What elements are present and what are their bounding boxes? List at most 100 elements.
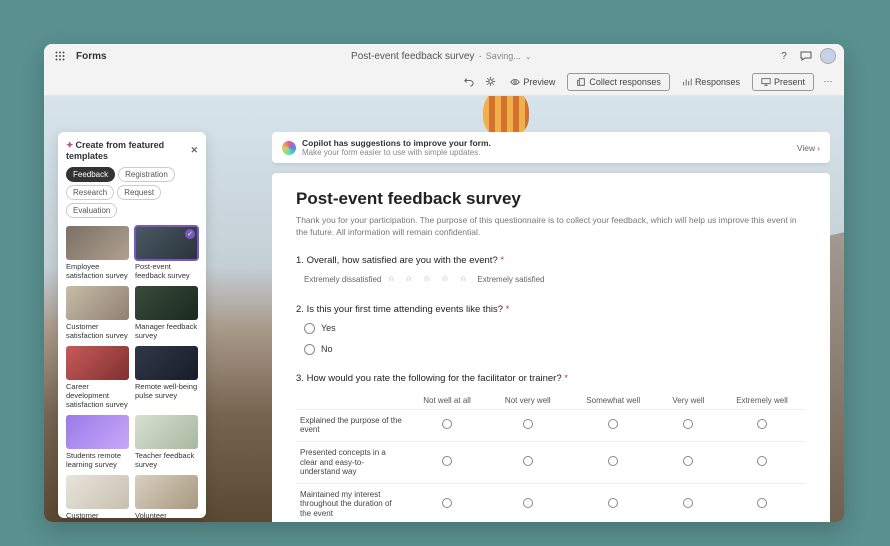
present-button[interactable]: Present (752, 73, 814, 91)
likert-radio[interactable] (523, 456, 533, 466)
save-status: Saving... (486, 51, 521, 61)
template-item[interactable]: Customer feedback survey (66, 475, 129, 518)
avatar[interactable] (820, 48, 836, 64)
template-thumbnail (66, 346, 129, 380)
star-1[interactable]: ☆ (387, 274, 399, 286)
likert-column-header: Extremely well (718, 392, 806, 410)
template-label: Teacher feedback survey (135, 451, 198, 469)
template-label: Customer feedback survey (66, 511, 129, 518)
collect-responses-button[interactable]: Collect responses (567, 73, 670, 91)
panel-title: Create from featured templates (66, 140, 164, 161)
likert-column-header: Not well at all (406, 392, 488, 410)
likert-radio[interactable] (608, 419, 618, 429)
star-3[interactable]: ☆ (423, 274, 435, 286)
radio-option[interactable]: No (304, 344, 806, 355)
preview-label: Preview (523, 77, 555, 87)
template-item[interactable]: Customer satisfaction survey (66, 286, 129, 340)
likert-radio[interactable] (523, 419, 533, 429)
template-item[interactable]: Employee satisfaction survey (66, 226, 129, 280)
filter-chips: FeedbackRegistration ResearchRequestEvalu… (66, 167, 198, 218)
chevron-down-icon[interactable]: ⌄ (525, 52, 532, 61)
likert-radio[interactable] (442, 456, 452, 466)
likert-radio[interactable] (683, 456, 693, 466)
likert-radio[interactable] (683, 498, 693, 508)
form-title[interactable]: Post-event feedback survey (296, 189, 806, 209)
canvas-background: ✦Create from featured templates ✕ Feedba… (44, 96, 844, 522)
likert-radio[interactable] (442, 498, 452, 508)
chip-feedback[interactable]: Feedback (66, 167, 115, 182)
close-icon[interactable]: ✕ (190, 145, 198, 156)
template-label: Customer satisfaction survey (66, 322, 129, 340)
question-2[interactable]: 2. Is this your first time attending eve… (296, 304, 806, 355)
copilot-subtitle: Make your form easier to use with simple… (302, 148, 791, 157)
rating-high-label: Extremely satisfied (477, 275, 544, 284)
likert-column-header: Not very well (488, 392, 567, 410)
template-label: Manager feedback survey (135, 322, 198, 340)
likert-radio[interactable] (523, 498, 533, 508)
question-3[interactable]: 3. How would you rate the following for … (296, 373, 806, 522)
likert-row: Explained the purpose of the event (296, 409, 806, 441)
likert-radio[interactable] (683, 419, 693, 429)
likert-row: Presented concepts in a clear and easy-t… (296, 441, 806, 483)
chip-research[interactable]: Research (66, 185, 114, 200)
template-item[interactable]: Post-event feedback survey (135, 226, 198, 280)
copilot-bar: Copilot has suggestions to improve your … (272, 132, 830, 163)
template-item[interactable]: Volunteer satisfaction and feedback surv… (135, 475, 198, 518)
more-icon[interactable]: ⋯ (820, 74, 836, 90)
template-thumbnail (135, 226, 198, 260)
star-2[interactable]: ☆ (405, 274, 417, 286)
likert-column-header: Very well (659, 392, 718, 410)
copilot-view-button[interactable]: View › (797, 143, 820, 153)
likert-radio[interactable] (757, 419, 767, 429)
template-label: Employee satisfaction survey (66, 262, 129, 280)
star-5[interactable]: ☆ (459, 274, 471, 286)
template-thumbnail (66, 475, 129, 509)
template-item[interactable]: Manager feedback survey (135, 286, 198, 340)
likert-radio[interactable] (757, 456, 767, 466)
template-label: Post-event feedback survey (135, 262, 198, 280)
question-1[interactable]: 1. Overall, how satisfied are you with t… (296, 255, 806, 286)
rating-low-label: Extremely dissatisfied (304, 275, 381, 284)
form-description[interactable]: Thank you for your participation. The pu… (296, 215, 806, 239)
sparkle-icon: ✦ (66, 140, 74, 150)
app-launcher-icon[interactable] (52, 48, 68, 64)
chip-registration[interactable]: Registration (118, 167, 175, 182)
template-item[interactable]: Remote well-being pulse survey (135, 346, 198, 409)
form-area: Copilot has suggestions to improve your … (272, 132, 830, 522)
undo-icon[interactable] (460, 74, 476, 90)
doc-title[interactable]: Post-event feedback survey (351, 51, 474, 62)
chip-request[interactable]: Request (117, 185, 161, 200)
likert-radio[interactable] (608, 498, 618, 508)
template-item[interactable]: Students remote learning survey (66, 415, 129, 469)
template-item[interactable]: Teacher feedback survey (135, 415, 198, 469)
preview-button[interactable]: Preview (504, 74, 561, 90)
likert-row-label: Maintained my interest throughout the du… (296, 483, 406, 522)
radio-option[interactable]: Yes (304, 323, 806, 334)
radio-icon (304, 323, 315, 334)
responses-button[interactable]: Responses (676, 74, 746, 90)
template-thumbnail (135, 286, 198, 320)
copilot-icon (282, 141, 296, 155)
template-label: Students remote learning survey (66, 451, 129, 469)
settings-icon[interactable] (482, 74, 498, 90)
chip-evaluation[interactable]: Evaluation (66, 203, 117, 218)
template-thumbnail (135, 415, 198, 449)
chat-icon[interactable] (798, 48, 814, 64)
template-thumbnail (135, 475, 198, 509)
help-icon[interactable]: ? (776, 48, 792, 64)
likert-radio[interactable] (442, 419, 452, 429)
template-label: Career development satisfaction survey (66, 382, 129, 409)
likert-table: Not well at allNot very wellSomewhat wel… (296, 392, 806, 522)
likert-radio[interactable] (608, 456, 618, 466)
likert-radio[interactable] (757, 498, 767, 508)
template-item[interactable]: Career development satisfaction survey (66, 346, 129, 409)
star-4[interactable]: ☆ (441, 274, 453, 286)
app-name: Forms (76, 51, 107, 62)
app-window: Forms Post-event feedback survey · Savin… (44, 44, 844, 522)
template-thumbnail (66, 226, 129, 260)
present-label: Present (774, 77, 805, 87)
template-label: Volunteer satisfaction and feedback surv… (135, 511, 198, 518)
title-bar: Forms Post-event feedback survey · Savin… (44, 44, 844, 68)
template-label: Remote well-being pulse survey (135, 382, 198, 400)
likert-row-label: Presented concepts in a clear and easy-t… (296, 441, 406, 483)
